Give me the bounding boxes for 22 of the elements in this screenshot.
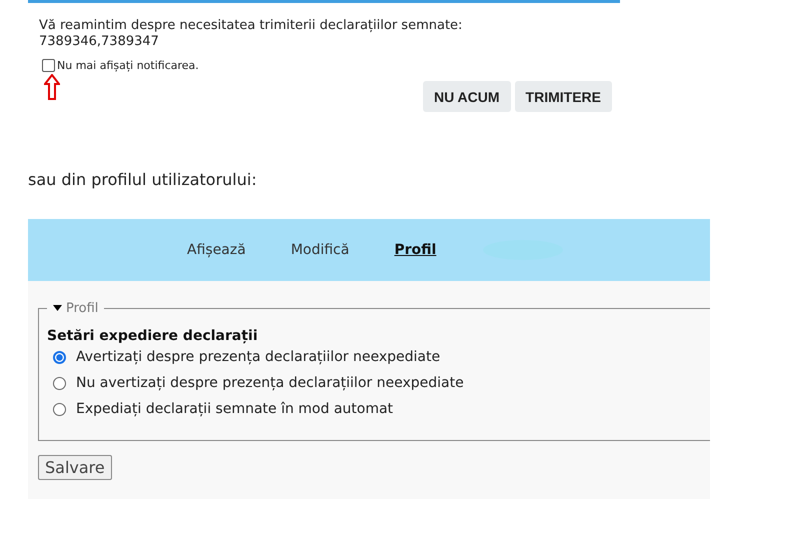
caret-icon <box>53 305 62 312</box>
save-button[interactable]: Salvare <box>38 455 112 480</box>
radio-label: Avertizați despre prezența declarațiilor neexpediate <box>76 349 440 365</box>
nav-tab[interactable]: Afișează <box>187 242 246 258</box>
notification-message: Vă reamintim despre necesitatea trimiterii declarațiilor semnate: <box>38 18 464 34</box>
notification-button[interactable]: NU ACUM <box>422 81 511 112</box>
intro-text: sau din profilul utilizatorului: <box>28 170 258 189</box>
radio-label: Expediați declarații semnate în mod automat <box>76 401 394 417</box>
legend-text: Profil <box>66 301 98 316</box>
radio-button[interactable] <box>53 402 66 416</box>
up-arrow-icon <box>44 74 60 100</box>
declaration-ids: 7389346,7389347 <box>38 34 160 50</box>
checkbox[interactable] <box>42 59 55 72</box>
nav-tab[interactable]: Modifică <box>290 242 350 258</box>
notification-button[interactable]: TRIMITERE <box>514 81 612 112</box>
radio-button[interactable] <box>53 350 66 364</box>
radio-button[interactable] <box>53 376 66 390</box>
profile-legend[interactable]: Profil <box>47 301 104 316</box>
settings-heading: Setări expediere declarații <box>47 328 259 344</box>
nav-tab[interactable]: Profil <box>394 242 436 258</box>
radio-label: Nu avertizați despre prezența declarațiilor neexpediate <box>76 375 464 391</box>
checkbox-label: Nu mai afișați notificarea. <box>57 59 199 72</box>
